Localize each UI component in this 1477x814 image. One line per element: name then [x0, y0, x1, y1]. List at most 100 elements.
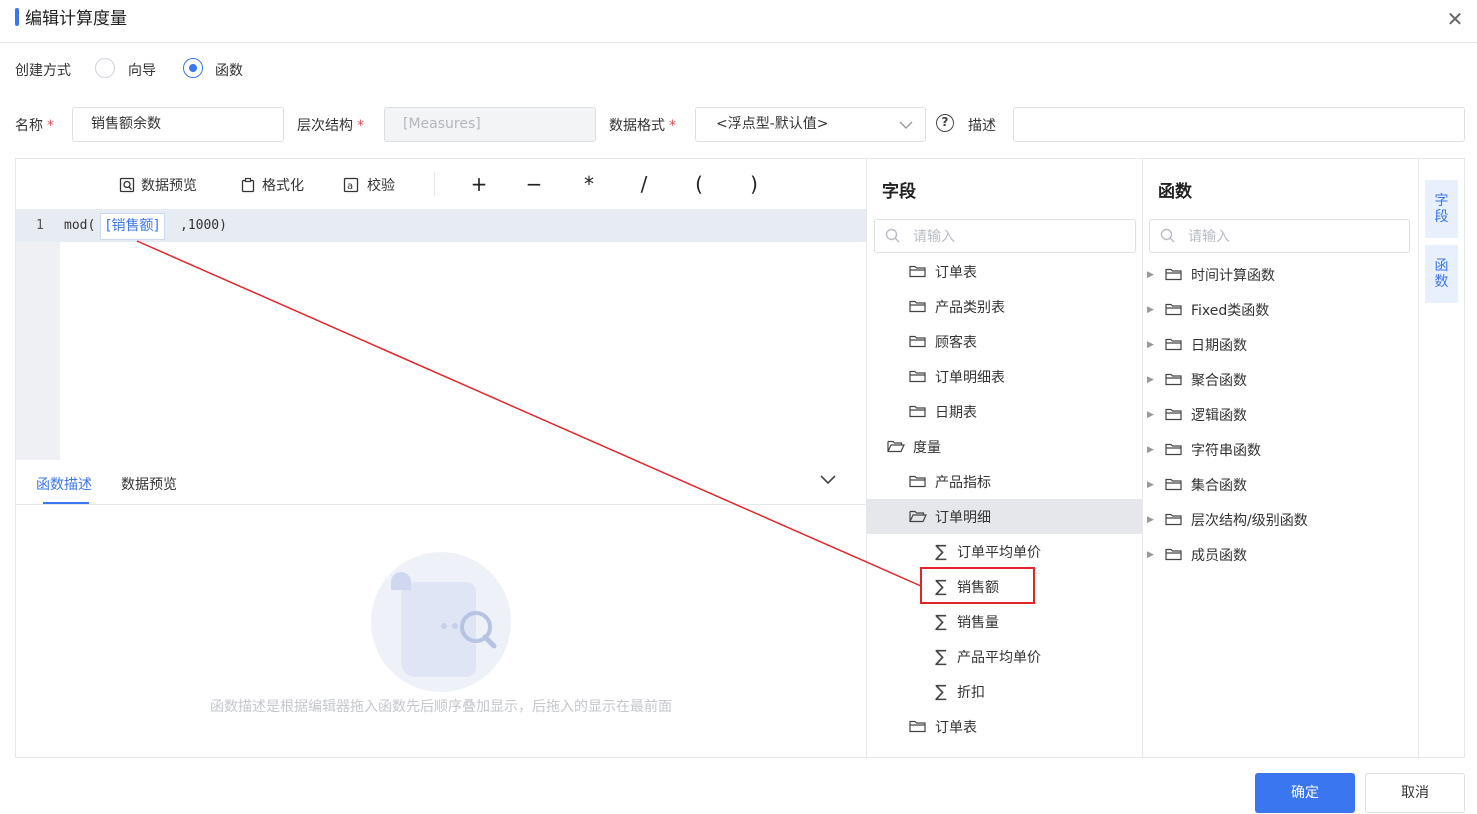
tree-item-label: 日期表: [935, 404, 977, 421]
empty-document-icon: [391, 572, 497, 677]
caret-right-icon[interactable]: ▶: [1147, 515, 1157, 525]
folder-icon: [909, 335, 926, 348]
function-category-item[interactable]: ▶ 字符串函数: [1143, 432, 1418, 467]
function-category-label: 集合函数: [1191, 477, 1247, 494]
caret-right-icon[interactable]: ▶: [1147, 375, 1157, 385]
tree-item-label: 产品指标: [935, 474, 991, 491]
editor-gutter: [16, 209, 60, 460]
sigma-icon: ∑: [935, 646, 947, 667]
fields-tree: 订单表 产品类别表 顾客表 订单明细表 日期表 度量 产品指标 订单明细 ∑ 订单平均单价 ∑ 销售额…: [867, 254, 1142, 757]
caret-right-icon[interactable]: ▶: [1147, 305, 1157, 315]
functions-panel-title: 函数: [1158, 182, 1192, 202]
measure-item[interactable]: ∑ 折扣: [867, 674, 1142, 709]
search-icon: [1160, 228, 1175, 243]
function-category-item[interactable]: ▶ 时间计算函数: [1143, 257, 1418, 292]
op-multiply-button[interactable]: *: [579, 172, 599, 196]
measure-item[interactable]: ∑ 订单平均单价: [867, 534, 1142, 569]
function-category-item[interactable]: ▶ 逻辑函数: [1143, 397, 1418, 432]
function-category-item[interactable]: ▶ Fixed类函数: [1143, 292, 1418, 327]
function-category-item[interactable]: ▶ 聚合函数: [1143, 362, 1418, 397]
fields-search-input[interactable]: 请输入: [874, 219, 1136, 253]
measure-item[interactable]: ∑ 销售量: [867, 604, 1142, 639]
folder-icon: [909, 265, 926, 278]
close-icon[interactable]: ✕: [1444, 8, 1466, 30]
preview-button[interactable]: 数据预览: [119, 175, 197, 195]
side-tab-functions[interactable]: 函数: [1425, 245, 1458, 303]
tab-function-description[interactable]: 函数描述: [36, 474, 92, 494]
caret-right-icon[interactable]: ▶: [1147, 340, 1157, 350]
caret-right-icon[interactable]: ▶: [1147, 480, 1157, 490]
tree-item-label: 度量: [913, 439, 941, 456]
folder-icon: [1165, 408, 1182, 421]
functions-search-input[interactable]: 请输入: [1149, 219, 1410, 253]
folder-item[interactable]: 产品类别表: [867, 289, 1142, 324]
side-tab-fields[interactable]: 字段: [1425, 180, 1458, 238]
op-rparen-button[interactable]: ): [744, 172, 764, 196]
op-divide-button[interactable]: /: [634, 172, 654, 196]
search-icon: [885, 228, 900, 243]
empty-illustration: [371, 552, 511, 692]
function-category-label: 字符串函数: [1191, 442, 1261, 459]
validate-button[interactable]: a 校验: [343, 175, 395, 195]
confirm-button[interactable]: 确定: [1255, 773, 1355, 813]
measure-item[interactable]: ∑ 产品平均单价: [867, 639, 1142, 674]
folder-item[interactable]: 顾客表: [867, 324, 1142, 359]
help-icon[interactable]: ?: [936, 114, 954, 132]
caret-right-icon[interactable]: ▶: [1147, 410, 1157, 420]
folder-icon: [1165, 513, 1182, 526]
tree-item-label: 产品平均单价: [957, 649, 1041, 666]
format-select-value: <浮点型-默认值>: [716, 116, 829, 132]
function-category-item[interactable]: ▶ 日期函数: [1143, 327, 1418, 362]
folder-item[interactable]: 订单表: [867, 709, 1142, 744]
caret-right-icon[interactable]: ▶: [1147, 550, 1157, 560]
radio-wizard[interactable]: [95, 58, 115, 78]
name-input[interactable]: 销售额余数: [72, 107, 284, 142]
function-category-item[interactable]: ▶ 层次结构/级别函数: [1143, 502, 1418, 537]
format-select[interactable]: <浮点型-默认值>: [695, 107, 926, 142]
tab-data-preview[interactable]: 数据预览: [121, 474, 177, 494]
folder-icon: [1165, 478, 1182, 491]
folder-icon: [1165, 338, 1182, 351]
preview-icon: [119, 177, 135, 193]
folder-item[interactable]: 度量: [867, 429, 1142, 464]
op-lparen-button[interactable]: (: [689, 172, 709, 196]
folder-icon: [1165, 373, 1182, 386]
tree-item-label: 折扣: [957, 684, 985, 701]
folder-icon: [1165, 548, 1182, 561]
svg-text:a: a: [347, 181, 353, 192]
folder-item[interactable]: 订单明细: [867, 499, 1142, 534]
folder-icon: [909, 300, 926, 313]
folder-icon: [1165, 268, 1182, 281]
caret-right-icon[interactable]: ▶: [1147, 445, 1157, 455]
folder-open-icon: [887, 440, 905, 453]
folder-item[interactable]: 产品指标: [867, 464, 1142, 499]
dialog-header: [0, 0, 1477, 43]
caret-right-icon[interactable]: ▶: [1147, 270, 1157, 280]
collapse-chevron-icon[interactable]: [819, 474, 837, 486]
folder-item[interactable]: 订单明细表: [867, 359, 1142, 394]
code-prefix[interactable]: mod(: [64, 218, 95, 233]
toolbar-divider: [434, 172, 435, 196]
cancel-button[interactable]: 取消: [1365, 773, 1465, 813]
description-input[interactable]: [1013, 107, 1465, 142]
folder-item[interactable]: 订单表: [867, 254, 1142, 289]
fields-panel-title: 字段: [882, 182, 916, 202]
op-minus-button[interactable]: −: [524, 172, 544, 196]
radio-function[interactable]: [183, 58, 203, 78]
code-field-tag[interactable]: [销售额]: [100, 213, 165, 240]
folder-item[interactable]: 日期表: [867, 394, 1142, 429]
sigma-icon: ∑: [935, 681, 947, 702]
radio-wizard-label[interactable]: 向导: [128, 60, 156, 80]
function-category-item[interactable]: ▶ 集合函数: [1143, 467, 1418, 502]
hierarchy-label: 层次结构 *: [297, 118, 364, 134]
side-tab-functions-label: 函数: [1434, 258, 1449, 290]
folder-icon: [909, 370, 926, 383]
title-accent-bar: [15, 8, 19, 26]
folder-icon: [1165, 303, 1182, 316]
op-plus-button[interactable]: +: [469, 172, 489, 196]
function-category-label: 层次结构/级别函数: [1191, 512, 1308, 529]
format-button[interactable]: 格式化: [240, 175, 304, 195]
code-suffix[interactable]: ,1000): [180, 218, 227, 233]
function-category-item[interactable]: ▶ 成员函数: [1143, 537, 1418, 572]
radio-function-label[interactable]: 函数: [215, 60, 243, 80]
